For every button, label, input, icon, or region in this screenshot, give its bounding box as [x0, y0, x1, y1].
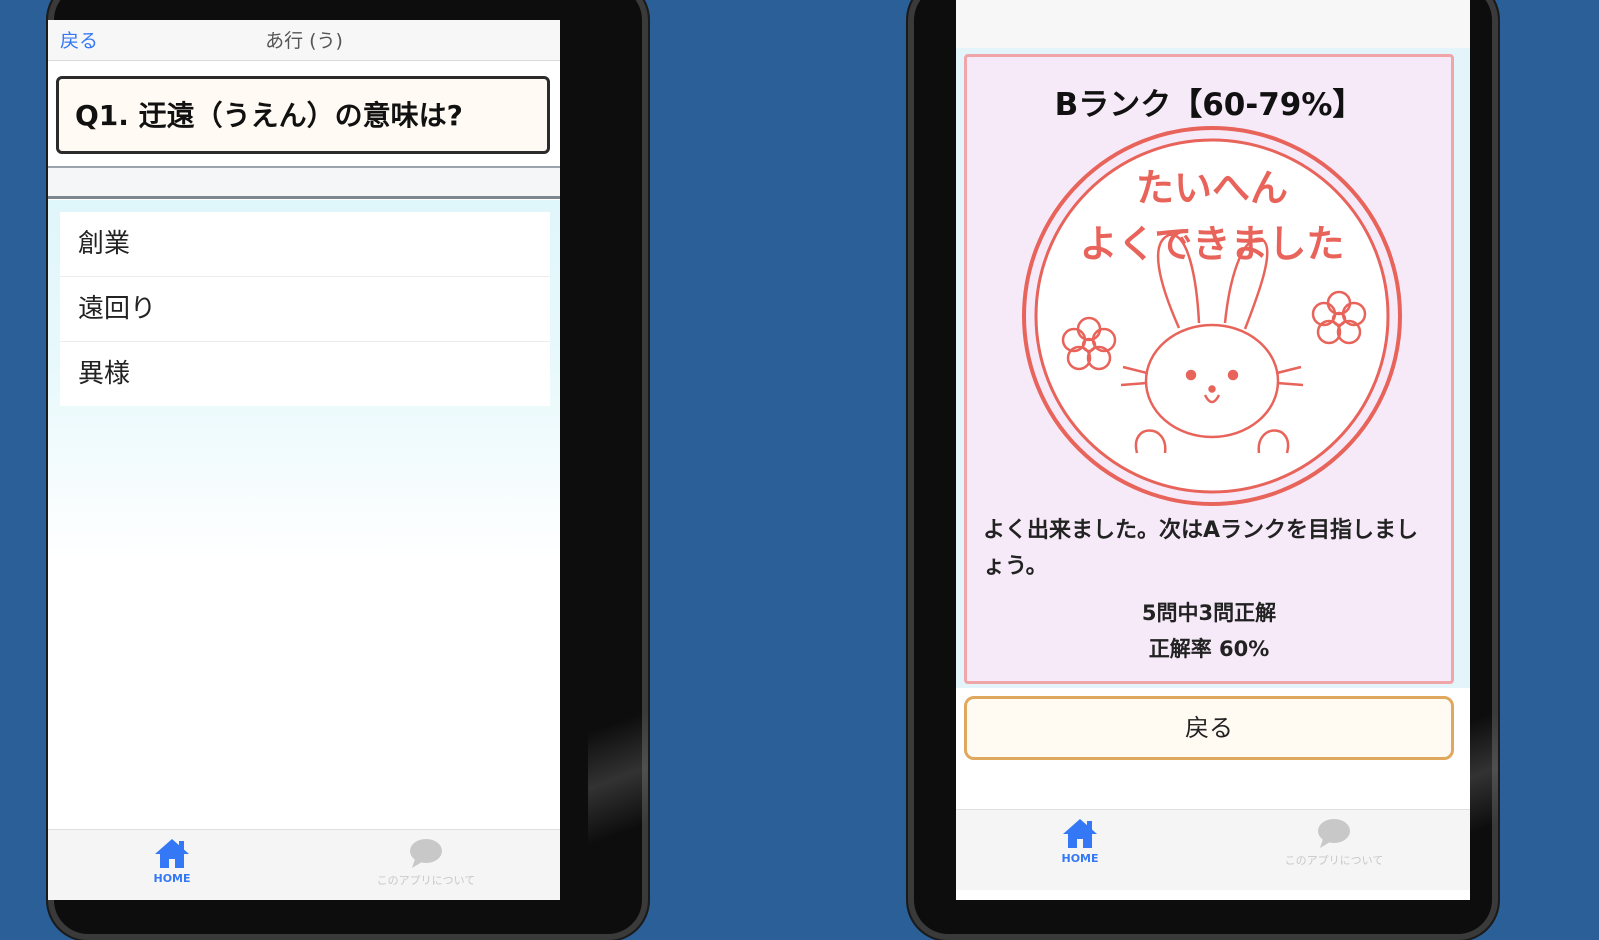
rank-title: Bランク【60-79%】: [1054, 87, 1364, 123]
stamp-text-line2: よくできました: [1080, 222, 1345, 266]
answer-list: 創業 遠回り 異様: [60, 212, 550, 406]
score-count: 5問中3問正解: [1141, 601, 1277, 625]
stamp-text-line1: たいへん: [1136, 166, 1288, 210]
question-text: Q1. 迂遠（うえん）の意味は?: [56, 76, 550, 154]
tab-about[interactable]: このアプリについて: [356, 836, 496, 888]
navigation-bar: 戻る あ行 (う): [48, 20, 560, 61]
back-button[interactable]: 戻る: [964, 696, 1454, 760]
tab-about[interactable]: このアプリについて: [1264, 816, 1404, 868]
tab-home-label: HOME: [153, 872, 191, 885]
tab-bar: HOME このアプリについて: [48, 829, 560, 900]
tab-about-label: このアプリについて: [1284, 854, 1384, 867]
result-message: よく出来ました。次はAランクを目指しましょう。: [983, 518, 1419, 579]
tab-bar: HOME このアプリについて: [956, 809, 1470, 890]
answer-option[interactable]: 遠回り: [60, 277, 550, 342]
score-rate: 正解率 60%: [1148, 637, 1270, 661]
home-icon: [1063, 819, 1097, 848]
nav-title: あ行 (う): [265, 30, 343, 52]
result-screen: Bランク【60-79%】 たいへん よくできました よく出来ました。次はAランク…: [956, 0, 1470, 900]
tab-home-label: HOME: [1061, 852, 1099, 865]
phone-glare: [588, 620, 648, 880]
quiz-screen: 戻る あ行 (う) Q1. 迂遠（うえん）の意味は? 創業 遠回り 異様 HOM…: [48, 20, 560, 900]
result-card: Bランク【60-79%】 たいへん よくできました よく出来ました。次はAランク…: [964, 54, 1454, 684]
answer-option[interactable]: 異様: [60, 342, 550, 406]
answer-option[interactable]: 創業: [60, 212, 550, 277]
tab-home[interactable]: HOME: [102, 836, 242, 885]
chat-bubble-icon: [410, 839, 442, 868]
chat-bubble-icon: [1318, 819, 1350, 848]
home-icon: [155, 839, 189, 868]
tab-home[interactable]: HOME: [1010, 816, 1150, 865]
top-bar: [956, 0, 1470, 48]
tab-about-label: このアプリについて: [376, 874, 476, 887]
divider: [48, 166, 560, 199]
rabbit-stamp-icon: たいへん よくできました: [1022, 126, 1402, 506]
